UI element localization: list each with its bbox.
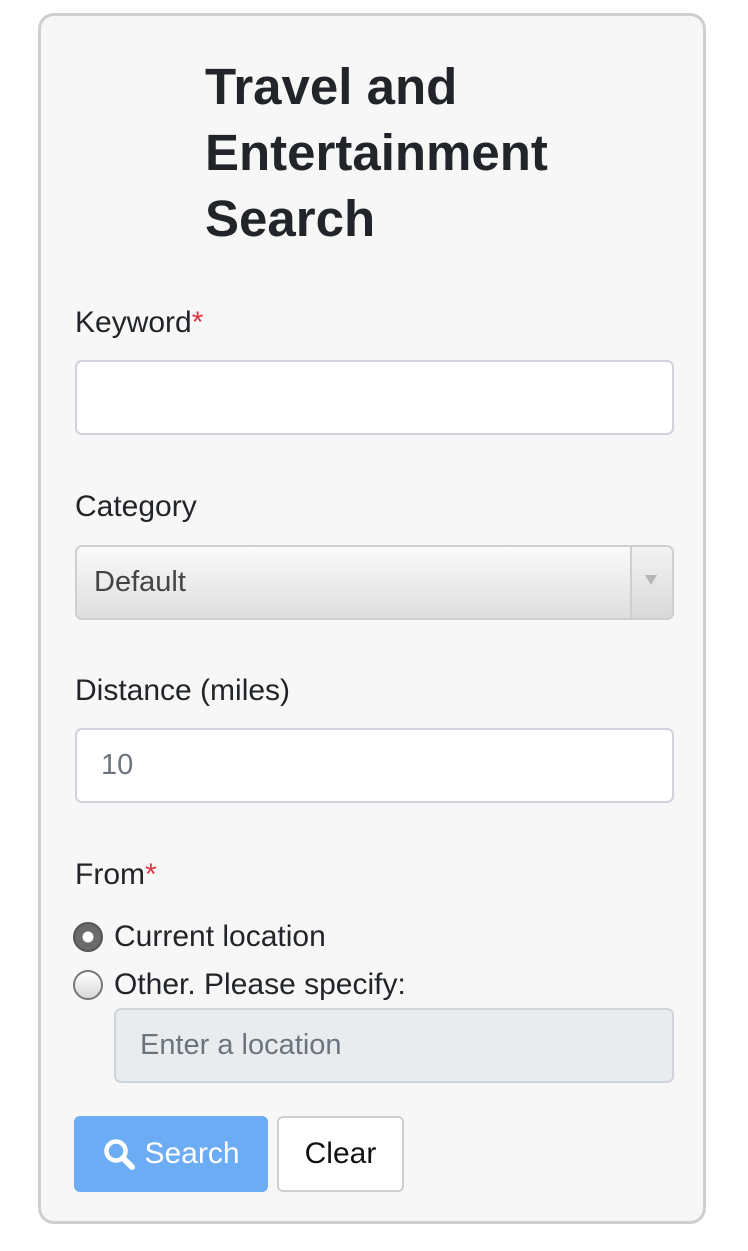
chevron-down-icon [645, 575, 657, 585]
distance-input[interactable] [75, 728, 674, 803]
clear-button[interactable]: Clear [277, 1116, 404, 1192]
keyword-input[interactable] [75, 360, 674, 435]
category-select[interactable]: Default [75, 545, 674, 620]
keyword-label: Keyword* [75, 305, 203, 341]
from-label: From* [75, 857, 157, 893]
search-button[interactable]: Search [74, 1116, 268, 1192]
radio-label-current-location: Current location [114, 920, 326, 953]
search-button-label: Search [144, 1137, 240, 1170]
required-marker: * [191, 306, 204, 339]
location-input[interactable] [114, 1008, 674, 1083]
page-title: Travel and Entertainment Search [205, 58, 548, 247]
distance-label: Distance (miles) [75, 674, 291, 707]
category-label: Category [75, 490, 197, 523]
select-dropdown-button[interactable] [630, 547, 672, 618]
search-icon [102, 1137, 136, 1171]
keyword-label-text: Keyword [75, 306, 192, 339]
radio-button-checked[interactable] [73, 922, 103, 952]
radio-button-unchecked[interactable] [73, 970, 103, 1000]
required-marker: * [145, 858, 157, 891]
radio-label-other-location: Other. Please specify: [114, 968, 406, 1001]
radio-other-location[interactable]: Other. Please specify: [73, 967, 406, 1003]
from-label-text: From [75, 858, 145, 891]
category-selected-value: Default [94, 566, 186, 598]
radio-current-location[interactable]: Current location [73, 919, 326, 955]
